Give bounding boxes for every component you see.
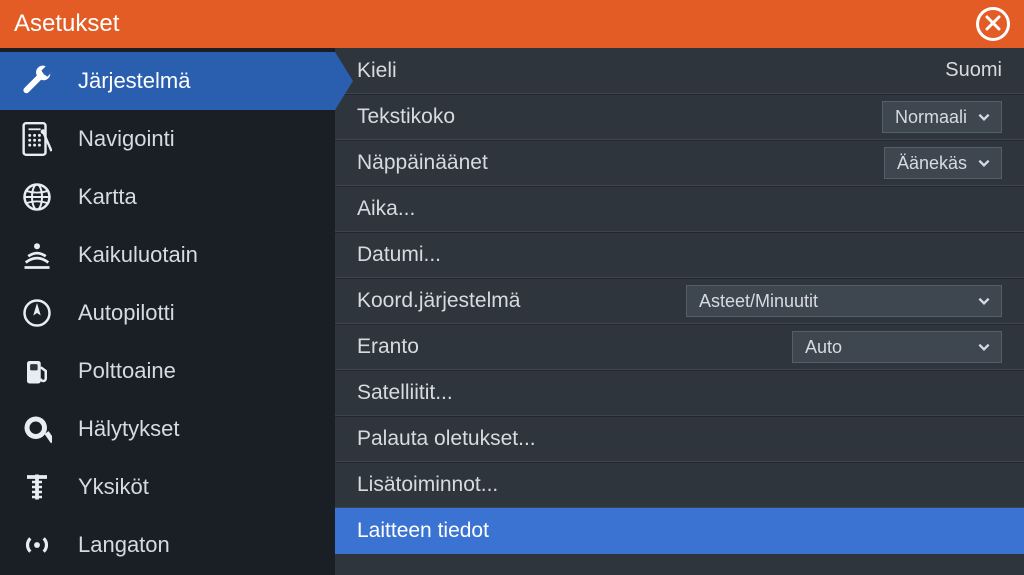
setting-row-datum[interactable]: Datumi... [335,232,1024,278]
sidebar-item-label: Kaikuluotain [78,242,198,268]
setting-label: Satelliitit... [357,381,1002,405]
sidebar-item-wireless[interactable]: Langaton [0,516,335,574]
setting-row-key-sounds[interactable]: Näppäinäänet Äänekäs [335,140,1024,186]
sidebar-item-sonar[interactable]: Kaikuluotain [0,226,335,284]
coord-system-select[interactable]: Asteet/Minuutit [686,285,1002,317]
chevron-down-icon [977,110,991,124]
sidebar-item-label: Navigointi [78,126,175,152]
sidebar-item-fuel[interactable]: Polttoaine [0,342,335,400]
fuel-icon [18,352,56,390]
close-icon [985,10,1001,38]
sidebar-item-label: Autopilotti [78,300,175,326]
setting-row-coord-system[interactable]: Koord.järjestelmä Asteet/Minuutit [335,278,1024,324]
setting-row-restore-defaults[interactable]: Palauta oletukset... [335,416,1024,462]
chevron-down-icon [977,340,991,354]
sidebar-item-label: Hälytykset [78,416,179,442]
sidebar-item-chart[interactable]: Kartta [0,168,335,226]
close-button[interactable] [976,7,1010,41]
setting-label: Kieli [357,59,945,83]
sidebar-item-label: Polttoaine [78,358,176,384]
select-value: Auto [805,337,967,358]
setting-label: Lisätoiminnot... [357,473,1002,497]
setting-label: Aika... [357,197,1002,221]
setting-label: Tekstikoko [357,105,882,129]
select-value: Asteet/Minuutit [699,291,967,312]
setting-label: Eranto [357,335,792,359]
setting-label: Koord.järjestelmä [357,289,686,313]
settings-window: Asetukset Järjestelmä [0,0,1024,575]
select-value: Normaali [895,107,967,128]
settings-panel: Kieli Suomi Tekstikoko Normaali Näppäinä… [335,48,1024,575]
globe-icon [18,178,56,216]
titlebar: Asetukset [0,0,1024,48]
calculator-icon [18,120,56,158]
sidebar-item-autopilot[interactable]: Autopilotti [0,284,335,342]
variation-select[interactable]: Auto [792,331,1002,363]
setting-row-advanced[interactable]: Lisätoiminnot... [335,462,1024,508]
wrench-icon [18,62,56,100]
setting-row-language[interactable]: Kieli Suomi [335,48,1024,94]
setting-label: Palauta oletukset... [357,427,1002,451]
ruler-icon [18,468,56,506]
sonar-icon [18,236,56,274]
text-size-select[interactable]: Normaali [882,101,1002,133]
chevron-down-icon [977,156,991,170]
sidebar-item-label: Järjestelmä [78,68,190,94]
sidebar-item-label: Yksiköt [78,474,149,500]
sidebar-item-units[interactable]: Yksiköt [0,458,335,516]
setting-row-about[interactable]: Laitteen tiedot [335,508,1024,554]
compass-icon [18,294,56,332]
sidebar-item-navigation[interactable]: Navigointi [0,110,335,168]
alarm-icon [18,410,56,448]
setting-value: Suomi [945,59,1002,82]
window-title: Asetukset [14,10,976,38]
select-value: Äänekäs [897,153,967,174]
sidebar: Järjestelmä Navigointi [0,48,335,575]
sidebar-item-system[interactable]: Järjestelmä [0,52,335,110]
setting-row-time[interactable]: Aika... [335,186,1024,232]
sidebar-item-label: Kartta [78,184,137,210]
window-body: Järjestelmä Navigointi [0,48,1024,575]
wireless-icon [18,526,56,564]
setting-row-variation[interactable]: Eranto Auto [335,324,1024,370]
chevron-down-icon [977,294,991,308]
setting-label: Datumi... [357,243,1002,267]
setting-label: Laitteen tiedot [357,519,1002,543]
setting-row-satellites[interactable]: Satelliitit... [335,370,1024,416]
setting-row-text-size[interactable]: Tekstikoko Normaali [335,94,1024,140]
sidebar-item-alarms[interactable]: Hälytykset [0,400,335,458]
sidebar-item-label: Langaton [78,532,170,558]
setting-label: Näppäinäänet [357,151,884,175]
key-sounds-select[interactable]: Äänekäs [884,147,1002,179]
